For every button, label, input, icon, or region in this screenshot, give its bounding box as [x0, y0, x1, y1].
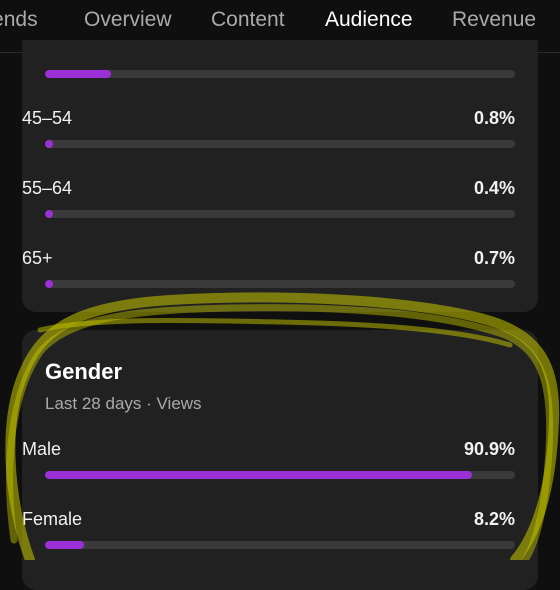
age-row-value: 0.7% [473, 248, 515, 268]
gender-bar-fill [45, 471, 473, 479]
tab-overview[interactable]: Overview [84, 8, 172, 32]
age-row-label: 65+ [22, 248, 53, 268]
tab-trends[interactable]: Trends [0, 8, 38, 32]
gender-row-label: Male [22, 439, 62, 459]
age-bar-track-partial [45, 70, 515, 78]
age-bar-fill [45, 140, 53, 148]
age-bar-track [45, 210, 515, 218]
age-row-value: 0.4% [473, 178, 515, 198]
age-bar-track [45, 280, 515, 288]
gender-card-title: Gender [45, 359, 123, 384]
age-card: 45–54 0.8% 55–64 0.4% 65+ 0.7% [22, 40, 538, 312]
gender-card: Gender Last 28 days · Views Male 90.9% F… [22, 330, 538, 590]
tab-audience[interactable]: Audience [325, 8, 413, 32]
tab-revenue[interactable]: Revenue [452, 8, 536, 32]
gender-bar-fill [45, 541, 84, 549]
age-row-label: 55–64 [22, 178, 73, 198]
age-row-value: 0.8% [473, 108, 515, 128]
age-bar-fill [45, 210, 53, 218]
age-bar-track [45, 140, 515, 148]
age-row-label: 45–54 [22, 108, 73, 128]
gender-row-value: 90.9% [463, 439, 515, 459]
gender-bar-track [45, 541, 515, 549]
gender-card-subtitle: Last 28 days · Views [45, 394, 202, 413]
tab-content[interactable]: Content [211, 8, 285, 32]
age-bar-fill-partial [45, 70, 111, 78]
gender-row-value: 8.2% [473, 509, 515, 529]
gender-bar-track [45, 471, 515, 479]
age-bar-fill [45, 280, 53, 288]
gender-row-label: Female [22, 509, 83, 529]
